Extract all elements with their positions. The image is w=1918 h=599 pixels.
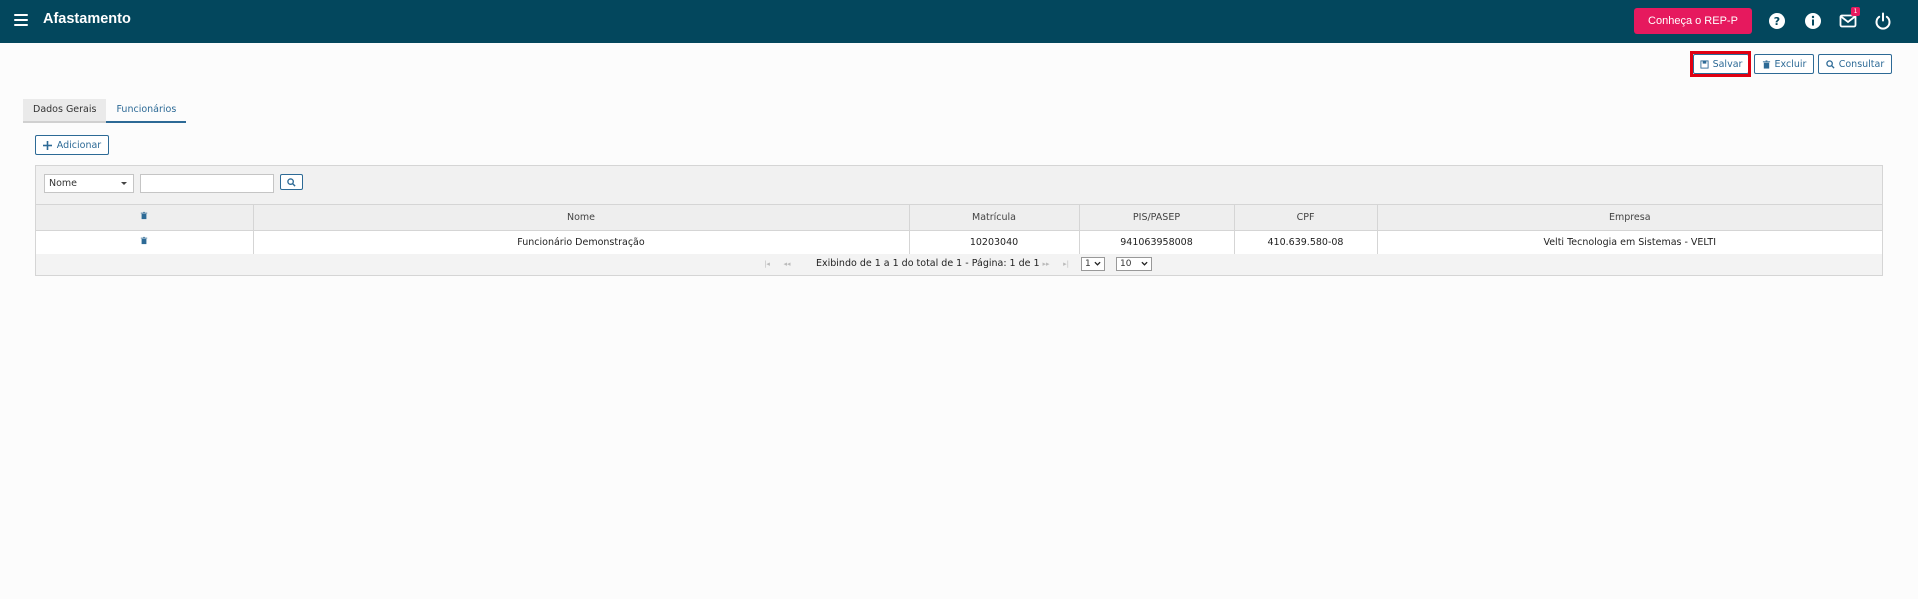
column-header-nome[interactable]: Nome — [253, 205, 910, 231]
cell-matricula: 10203040 — [909, 230, 1080, 255]
next-page-icon[interactable]: ▸▸ — [1039, 258, 1053, 270]
svg-text:?: ? — [1774, 15, 1780, 28]
first-page-icon[interactable]: |◂ — [760, 258, 774, 270]
column-header-empresa[interactable]: Empresa — [1377, 205, 1882, 231]
tab-dados-gerais[interactable]: Dados Gerais — [23, 99, 107, 123]
chevron-down-icon — [1141, 261, 1148, 266]
pager-status-text: Exibindo de 1 a 1 do total de 1 - Página… — [816, 258, 1040, 269]
filter-field-select[interactable]: Nome — [44, 174, 134, 193]
column-header-cpf[interactable]: CPF — [1234, 205, 1378, 231]
delete-label: Excluir — [1774, 58, 1807, 70]
trash-icon — [1762, 59, 1770, 69]
filter-search-button[interactable] — [280, 174, 303, 190]
magnifier-icon — [1826, 59, 1835, 69]
page-number-value: 1 — [1085, 259, 1091, 269]
row-delete-cell[interactable] — [36, 230, 254, 255]
tab-funcionarios[interactable]: Funcionários — [106, 99, 187, 123]
info-icon[interactable] — [1804, 12, 1822, 30]
trash-icon — [141, 212, 148, 220]
prev-page-icon[interactable]: ◂◂ — [780, 258, 794, 270]
pager: |◂ ◂◂ Exibindo de 1 a 1 do total de 1 - … — [36, 254, 1882, 275]
employees-grid: Nome Nome Matrícula PIS/PASEP CPF Empres… — [35, 165, 1883, 276]
save-button-highlight — [1690, 51, 1751, 77]
column-header-pis[interactable]: PIS/PASEP — [1079, 205, 1235, 231]
rep-p-button[interactable]: Conheça o REP-P — [1634, 8, 1752, 34]
add-button[interactable]: Adicionar — [35, 135, 109, 155]
page-number-select[interactable]: 1 — [1081, 257, 1105, 271]
cell-nome: Funcionário Demonstração — [253, 230, 910, 255]
search-label: Consultar — [1838, 58, 1885, 70]
magnifier-icon — [287, 177, 296, 187]
grid-filter-bar: Nome — [36, 166, 1882, 205]
tab-bar: Dados Gerais Funcionários — [23, 99, 187, 123]
add-label: Adicionar — [56, 139, 102, 151]
page-size-select[interactable]: 10 — [1116, 257, 1152, 271]
search-button[interactable]: Consultar — [1818, 54, 1892, 74]
filter-field-value: Nome — [49, 178, 78, 189]
caret-down-icon — [121, 182, 127, 185]
last-page-icon[interactable]: ▸| — [1059, 258, 1073, 270]
filter-search-input[interactable] — [140, 174, 274, 193]
page-size-value: 10 — [1120, 259, 1132, 269]
cell-pis: 941063958008 — [1079, 230, 1235, 255]
top-bar: Afastamento Conheça o REP-P ? 1 — [0, 0, 1918, 43]
employees-table: Nome Matrícula PIS/PASEP CPF Empresa Fun… — [36, 205, 1882, 255]
table-header-row: Nome Matrícula PIS/PASEP CPF Empresa — [36, 205, 1882, 231]
column-header-delete — [36, 205, 254, 231]
cell-cpf: 410.639.580-08 — [1234, 230, 1378, 255]
column-header-matricula[interactable]: Matrícula — [909, 205, 1080, 231]
help-icon[interactable]: ? — [1768, 12, 1786, 30]
power-icon[interactable] — [1874, 12, 1892, 30]
hamburger-menu-icon[interactable] — [14, 14, 28, 26]
page-title: Afastamento — [43, 11, 131, 27]
plus-icon — [42, 140, 52, 150]
table-row[interactable]: Funcionário Demonstração 10203040 941063… — [36, 230, 1882, 255]
notification-badge: 1 — [1851, 7, 1860, 16]
chevron-down-icon — [1094, 261, 1101, 266]
cell-empresa: Velti Tecnologia em Sistemas - VELTI — [1377, 230, 1882, 255]
delete-button[interactable]: Excluir — [1754, 54, 1814, 74]
trash-icon[interactable] — [140, 236, 148, 245]
